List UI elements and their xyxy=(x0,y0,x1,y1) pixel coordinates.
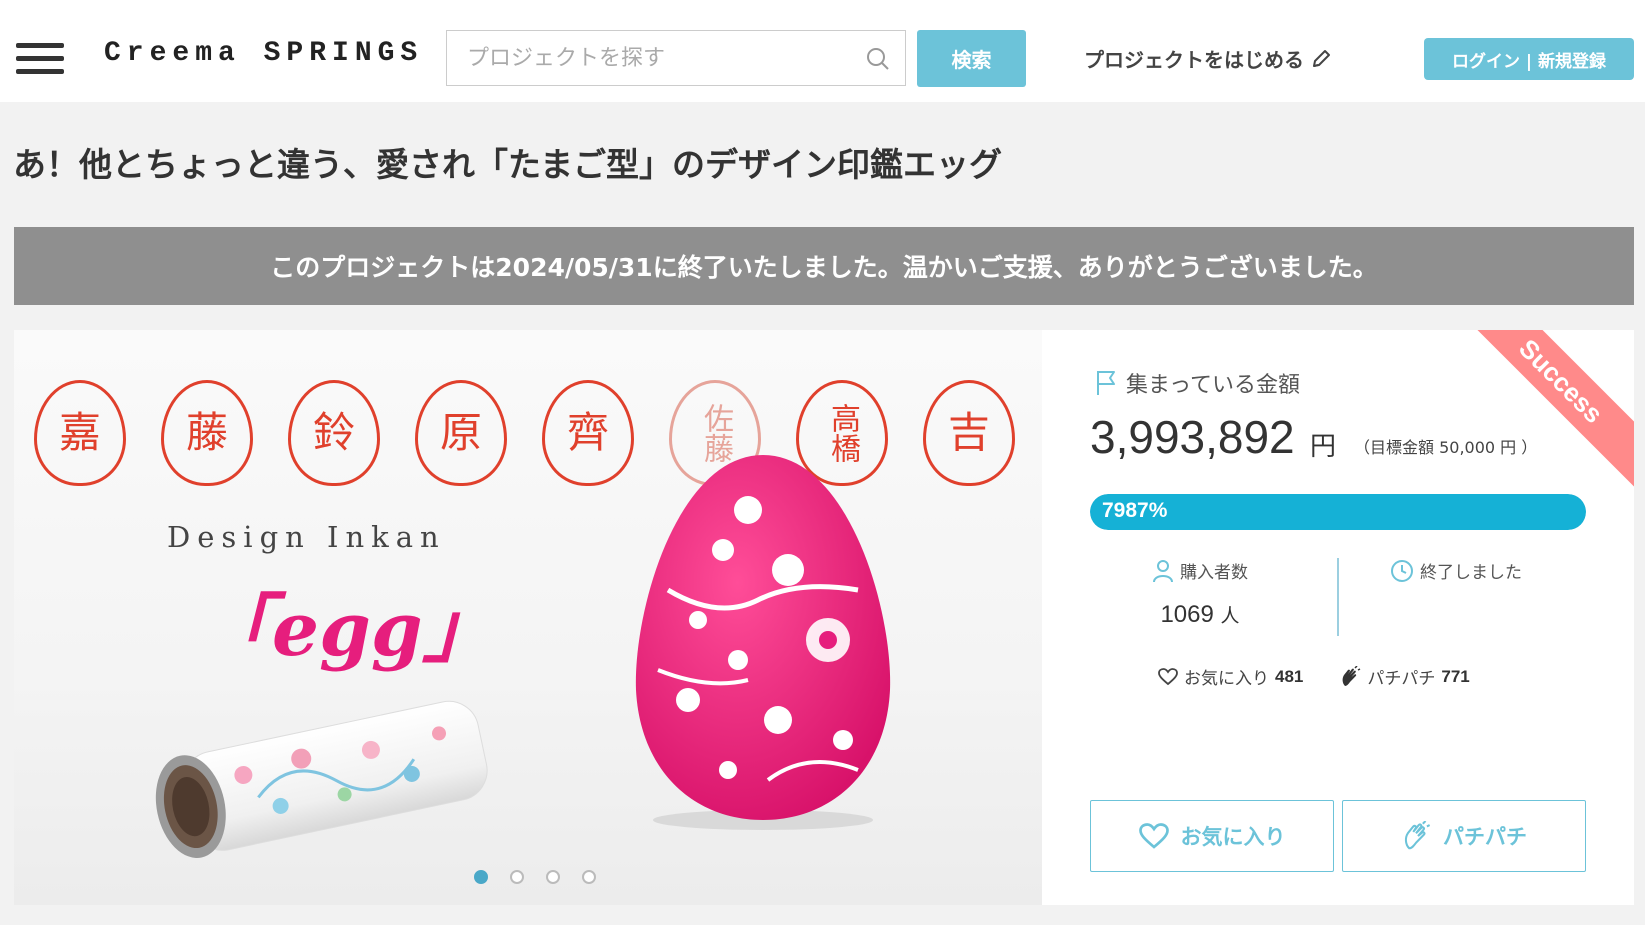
raised-label: 集まっている金額 xyxy=(1094,367,1300,399)
flag-icon xyxy=(1097,371,1115,395)
clap-count: 771 xyxy=(1441,666,1470,686)
status-ended: 終了しました xyxy=(1390,558,1522,583)
favorites-count: 481 xyxy=(1275,666,1304,686)
hanko-seal: 吉 xyxy=(923,380,1015,486)
egg-text: 「egg」 xyxy=(198,587,497,673)
search-box xyxy=(446,30,906,86)
site-logo[interactable]: Creema SPRINGS xyxy=(104,38,423,69)
page-title: あ！他とちょっと違う、愛され「たまご型」のデザイン印鑑エッグ xyxy=(13,145,1003,184)
login-signup-button[interactable]: ログイン | 新規登録 xyxy=(1424,38,1634,80)
progress-bar: 7987% xyxy=(1090,494,1586,530)
clap-outline-icon xyxy=(1404,821,1431,850)
clock-icon xyxy=(1391,559,1413,582)
hanko-seal: 藤 xyxy=(161,380,253,486)
clap-button-label: パチパチ xyxy=(1443,825,1527,849)
buyers-label: 購入者数 xyxy=(1152,558,1248,583)
design-inkan-text: Design Inkan xyxy=(167,520,446,554)
goal-amount: （目標金額 50,000 円 ） xyxy=(1354,438,1538,457)
clap-button[interactable]: パチパチ xyxy=(1342,800,1586,872)
raised-label-text: 集まっている金額 xyxy=(1126,373,1301,398)
pencil-icon xyxy=(1313,49,1330,67)
site-header: Creema SPRINGS 検索 プロジェクトをはじめる ログイン | 新規登… xyxy=(0,0,1645,102)
buyers-value: 1069 人 xyxy=(1102,601,1298,629)
search-input[interactable] xyxy=(447,31,857,85)
clap-label: パチパチ xyxy=(1367,669,1436,689)
stamp-cylinder-image xyxy=(155,700,488,858)
success-ribbon: Success xyxy=(1449,330,1634,493)
clap-count-item: パチパチ 771 xyxy=(1339,664,1470,689)
carousel-dot[interactable] xyxy=(474,870,488,884)
carousel-dot[interactable] xyxy=(582,870,596,884)
buyers-unit: 人 xyxy=(1220,604,1240,627)
stat-divider xyxy=(1337,558,1339,636)
favorites-count-item: お気に入り 481 xyxy=(1158,664,1303,689)
heart-outline-icon xyxy=(1138,822,1169,849)
start-project-link[interactable]: プロジェクトをはじめる xyxy=(1084,44,1332,73)
favorites-label: お気に入り xyxy=(1184,669,1269,689)
buyers-stat: 購入者数 1069 人 xyxy=(1102,558,1298,629)
hanko-seal: 嘉 xyxy=(34,380,126,486)
status-text: 終了しました xyxy=(1420,563,1522,583)
favorite-button-label: お気に入り xyxy=(1180,825,1286,849)
person-icon xyxy=(1153,559,1173,582)
buyers-label-text: 購入者数 xyxy=(1180,563,1248,583)
progress-percent: 7987% xyxy=(1102,499,1168,522)
amount-unit: 円 xyxy=(1310,432,1337,462)
reaction-counts: お気に入り 481 パチパチ 771 xyxy=(1158,664,1470,689)
funding-panel: Success 集まっている金額 3,993,892 円 （目標金額 50,00… xyxy=(1042,330,1634,905)
carousel-dot[interactable] xyxy=(546,870,560,884)
project-ended-banner: このプロジェクトは2024/05/31に終了いたしました。温かいご支援、ありがと… xyxy=(14,227,1634,305)
carousel-dot[interactable] xyxy=(510,870,524,884)
pink-egg-image xyxy=(635,455,891,830)
raised-amount: 3,993,892 xyxy=(1090,411,1295,463)
carousel-dots xyxy=(14,870,1042,886)
heart-icon xyxy=(1158,667,1178,685)
hanko-seal: 齊 xyxy=(542,380,634,486)
project-image-carousel[interactable]: 嘉藤鈴原齊佐藤 高橋吉 Design Inkan 「egg」 xyxy=(14,330,1042,905)
start-project-label: プロジェクトをはじめる xyxy=(1084,48,1304,72)
hanko-seal: 原 xyxy=(415,380,507,486)
favorite-button[interactable]: お気に入り xyxy=(1090,800,1334,872)
search-button[interactable]: 検索 xyxy=(917,30,1026,87)
menu-icon[interactable] xyxy=(16,40,64,76)
hanko-seal: 鈴 xyxy=(288,380,380,486)
buyers-count: 1069 xyxy=(1160,600,1214,628)
clap-icon xyxy=(1342,665,1361,686)
search-icon[interactable] xyxy=(865,46,891,72)
